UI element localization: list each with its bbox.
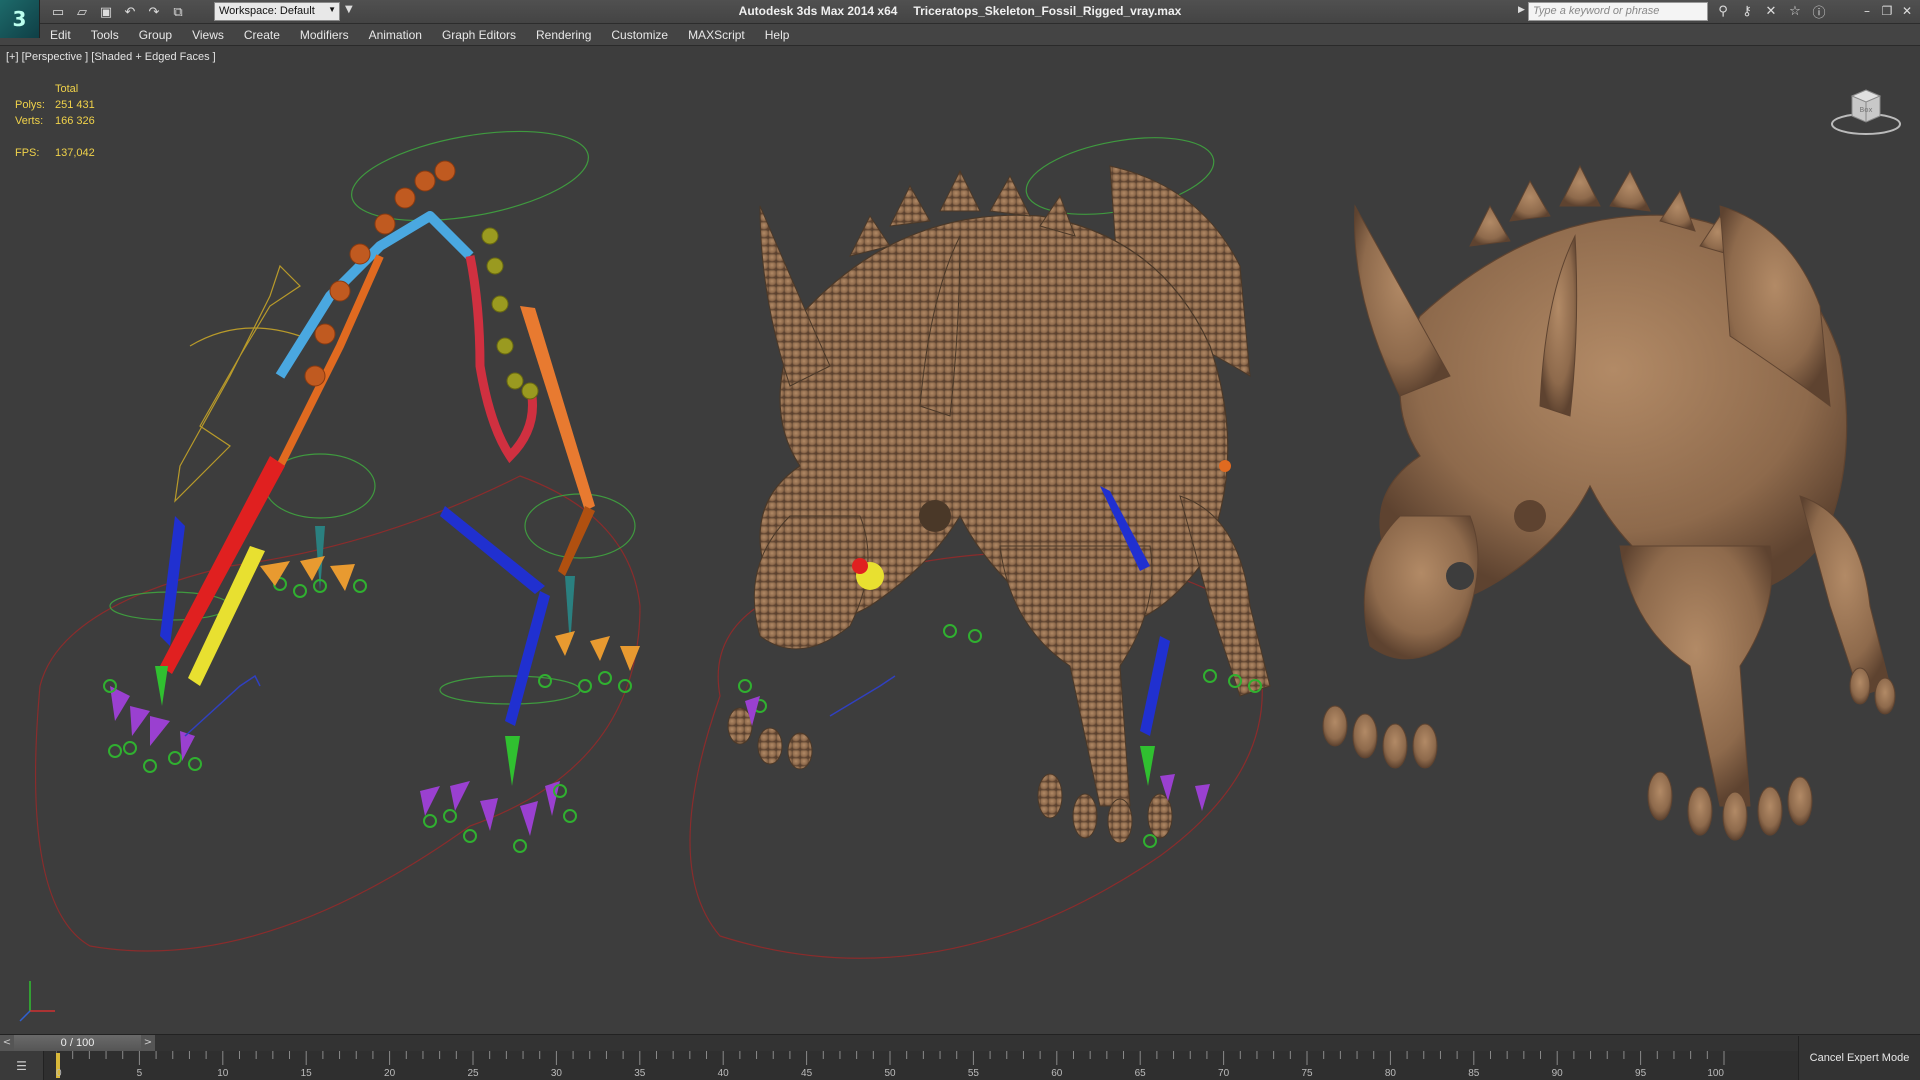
verts-label: Verts: bbox=[15, 115, 44, 127]
help-icon[interactable]: ⓘ bbox=[1810, 2, 1828, 21]
menu-bar: Edit Tools Group Views Create Modifiers … bbox=[0, 24, 1920, 46]
app-name: Autodesk 3ds Max 2014 x64 bbox=[738, 4, 898, 18]
workspace-dropdown[interactable]: Workspace: Default ▼ bbox=[214, 2, 340, 21]
cancel-expert-mode-button[interactable]: Cancel Expert Mode bbox=[1798, 1036, 1920, 1080]
frame-tick-label: 45 bbox=[801, 1068, 813, 1079]
menu-animation[interactable]: Animation bbox=[369, 28, 422, 42]
frame-tick-label: 50 bbox=[884, 1068, 896, 1079]
stats-polys-row: Polys: 251 431 bbox=[15, 97, 95, 113]
stats-header-row: Total bbox=[15, 81, 95, 97]
frame-tick-label: 85 bbox=[1468, 1068, 1480, 1079]
time-slider-thumb[interactable]: 0 / 100 bbox=[14, 1035, 141, 1051]
file-name: Triceratops_Skeleton_Fossil_Rigged_vray.… bbox=[913, 4, 1182, 18]
frame-tick-label: 80 bbox=[1385, 1068, 1397, 1079]
frame-tick-label: 10 bbox=[217, 1068, 229, 1079]
app-logo-icon: 3 bbox=[12, 7, 27, 31]
restore-icon[interactable]: ❐ bbox=[1880, 2, 1894, 20]
frame-tick-label: 5 bbox=[137, 1068, 143, 1079]
stats-header: Total bbox=[55, 83, 79, 95]
minimize-icon[interactable]: – bbox=[1860, 2, 1874, 20]
statistics-overlay: Total Polys: 251 431 Verts: 166 326 FPS: 13… bbox=[15, 81, 95, 161]
frame-tick-label: 90 bbox=[1552, 1068, 1564, 1079]
frame-tick-label: 20 bbox=[384, 1068, 396, 1079]
perspective-viewport[interactable]: [+] [Perspective ] [Shaded + Edged Faces… bbox=[0, 46, 1920, 1034]
workspace-label: Workspace: Default bbox=[219, 5, 315, 17]
frame-tick-label: 15 bbox=[301, 1068, 313, 1079]
verts-value: 166 326 bbox=[55, 115, 95, 127]
menu-maxscript[interactable]: MAXScript bbox=[688, 28, 745, 42]
quick-access-toolbar: ▭ ▱ ▣ ↶ ↷ ⧉ bbox=[48, 2, 188, 22]
skeleton-wireframe-middle[interactable] bbox=[689, 125, 1271, 959]
time-slider-next-icon[interactable]: > bbox=[141, 1035, 155, 1051]
menu-modifiers[interactable]: Modifiers bbox=[300, 28, 349, 42]
title-bar: 3 ▭ ▱ ▣ ↶ ↷ ⧉ Workspace: Default ▼ ▼ Auto… bbox=[0, 0, 1920, 38]
menu-views[interactable]: Views bbox=[192, 28, 224, 42]
infocenter-icons: ⚲ ⚷ ✕ ☆ ⓘ bbox=[1714, 2, 1828, 21]
key-icon[interactable]: ⚷ bbox=[1738, 2, 1756, 20]
app-window: 3 ▭ ▱ ▣ ↶ ↷ ⧉ Workspace: Default ▼ ▼ Auto… bbox=[0, 0, 1920, 1080]
new-file-icon[interactable]: ▭ bbox=[48, 2, 68, 22]
rig-controls-left[interactable] bbox=[34, 116, 641, 952]
frame-tick-label: 100 bbox=[1707, 1068, 1724, 1079]
menu-graph-editors[interactable]: Graph Editors bbox=[442, 28, 516, 42]
fps-label: FPS: bbox=[15, 147, 40, 159]
frame-tick-label: 35 bbox=[634, 1068, 646, 1079]
frame-tick-label: 30 bbox=[551, 1068, 563, 1079]
mini-curve-editor-icon[interactable]: ☰ bbox=[0, 1051, 44, 1080]
project-folder-icon[interactable]: ⧉ bbox=[168, 2, 188, 22]
frame-tick-label: 65 bbox=[1135, 1068, 1147, 1079]
menu-customize[interactable]: Customize bbox=[611, 28, 668, 42]
save-icon[interactable]: ▣ bbox=[96, 2, 116, 22]
polys-value: 251 431 bbox=[55, 99, 95, 111]
menu-tools[interactable]: Tools bbox=[91, 28, 119, 42]
qat-customize-icon[interactable]: ▼ bbox=[345, 4, 353, 15]
binoculars-icon[interactable]: ⚲ bbox=[1714, 2, 1732, 20]
polys-label: Polys: bbox=[15, 99, 45, 111]
skeleton-shaded-right[interactable] bbox=[1322, 164, 1896, 841]
time-slider-prev-icon[interactable]: < bbox=[0, 1035, 14, 1051]
frame-tick-label: 55 bbox=[968, 1068, 980, 1079]
menu-rendering[interactable]: Rendering bbox=[536, 28, 591, 42]
stats-verts-row: Verts: 166 326 bbox=[15, 113, 95, 129]
menu-edit[interactable]: Edit bbox=[50, 28, 71, 42]
frame-tick-label: 70 bbox=[1218, 1068, 1230, 1079]
viewcube-label: Box bbox=[1859, 106, 1872, 114]
fps-value: 137,042 bbox=[55, 147, 95, 159]
frame-tick-label: 25 bbox=[467, 1068, 479, 1079]
chevron-down-icon: ▼ bbox=[328, 5, 336, 14]
stats-gap bbox=[15, 129, 95, 145]
viewport-label[interactable]: [+] [Perspective ] [Shaded + Edged Faces… bbox=[6, 51, 216, 63]
time-slider[interactable]: < 0 / 100 > bbox=[0, 1034, 1920, 1051]
axis-tripod-icon bbox=[19, 981, 55, 1022]
menu-group[interactable]: Group bbox=[139, 28, 172, 42]
search-placeholder: Type a keyword or phrase bbox=[1533, 5, 1660, 17]
frame-tick-label: 40 bbox=[718, 1068, 730, 1079]
exchange-icon[interactable]: ✕ bbox=[1762, 2, 1780, 20]
frame-ruler[interactable]: 0 5 10 15 20 25 30 35 40 45 50 55 60 65 70 75 80 85 90 95 10… bbox=[56, 1051, 1744, 1080]
menu-create[interactable]: Create bbox=[244, 28, 280, 42]
undo-icon[interactable]: ↶ bbox=[120, 2, 140, 22]
close-icon[interactable]: ✕ bbox=[1900, 2, 1914, 20]
stats-fps-row: FPS: 137,042 bbox=[15, 145, 95, 161]
open-file-icon[interactable]: ▱ bbox=[72, 2, 92, 22]
viewcube-icon[interactable]: Box bbox=[1830, 82, 1902, 138]
frame-tick-label: 75 bbox=[1301, 1068, 1313, 1079]
frame-tick-label: 60 bbox=[1051, 1068, 1063, 1079]
frame-tick-label: 0 bbox=[56, 1068, 62, 1079]
frame-tick-label: 95 bbox=[1635, 1068, 1647, 1079]
search-expand-icon[interactable]: ▶ bbox=[1518, 5, 1525, 15]
menu-help[interactable]: Help bbox=[765, 28, 790, 42]
star-icon[interactable]: ☆ bbox=[1786, 2, 1804, 20]
viewport-scene bbox=[19, 116, 1896, 1022]
track-bar[interactable]: ☰ 0 5 10 15 20 25 30 35 40 45 50 55 60 65 70 75 80 85 90 95… bbox=[0, 1051, 1920, 1080]
redo-icon[interactable]: ↷ bbox=[144, 2, 164, 22]
app-logo-button[interactable]: 3 bbox=[0, 0, 40, 38]
window-controls: – ❐ ✕ bbox=[1860, 2, 1914, 20]
search-input[interactable]: Type a keyword or phrase bbox=[1528, 2, 1708, 21]
